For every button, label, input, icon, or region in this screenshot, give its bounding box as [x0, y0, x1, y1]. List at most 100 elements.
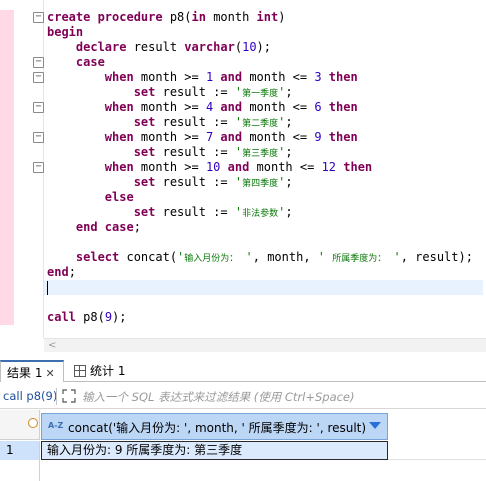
code-line[interactable]: set result := '非法参数'; — [47, 205, 483, 220]
code-token: 3 — [314, 70, 322, 84]
table-row[interactable]: 1 输入月份为: 9 所属季度为: 第三季度 — [0, 441, 486, 460]
column-header-label: concat('输入月份为: ', month, ' 所属季度为: ', res… — [68, 421, 367, 435]
code-token: month <= — [242, 70, 315, 84]
code-token: 第三季度 — [242, 149, 279, 159]
fold-toggle-icon[interactable]: − — [33, 102, 44, 113]
line-change-marker — [0, 175, 14, 190]
filter-bar: call p8(9) — [0, 385, 486, 409]
line-change-marker — [0, 295, 14, 310]
code-token: month >= — [133, 70, 206, 84]
code-token: result := — [155, 205, 235, 219]
code-line[interactable]: declare result varchar(10); — [47, 40, 483, 55]
row-number[interactable]: 1 — [0, 441, 40, 460]
fold-toggle-icon[interactable]: − — [33, 57, 44, 68]
code-line[interactable]: set result := '第四季度'; — [47, 175, 483, 190]
code-token: , month, — [252, 250, 318, 264]
code-line[interactable]: create procedure p8(in month int) — [47, 10, 483, 25]
code-line[interactable]: when month >= 10 and month <= 12 then — [47, 160, 483, 175]
code-line[interactable]: when month >= 1 and month <= 3 then — [47, 70, 483, 85]
code-token: 所属季度为： — [332, 254, 387, 264]
tab-statistics-1-label: 统计 1 — [90, 364, 126, 378]
code-line[interactable]: case — [47, 55, 483, 70]
code-token: result := — [155, 85, 235, 99]
code-token: declare — [47, 40, 127, 54]
code-token: ' — [234, 145, 243, 159]
code-token: month >= — [133, 100, 206, 114]
code-token: end case — [47, 220, 134, 234]
code-line[interactable]: call p8(9); — [47, 310, 483, 325]
table-icon — [74, 365, 86, 377]
expand-icon[interactable] — [62, 389, 76, 403]
code-token: else — [47, 190, 134, 204]
code-token: 第四季度 — [242, 179, 279, 189]
code-token: result — [126, 40, 185, 54]
grid-corner[interactable] — [0, 410, 40, 440]
code-token: when — [47, 70, 134, 84]
code-token: in — [191, 10, 206, 24]
code-token: then — [321, 70, 358, 84]
code-line[interactable] — [44, 280, 483, 295]
code-token: 第二季度 — [242, 119, 279, 129]
code-token: ; — [285, 175, 293, 189]
code-token: set — [47, 85, 156, 99]
code-token: ( — [234, 40, 243, 54]
text-type-icon: A-Z — [48, 421, 64, 430]
code-token: ' — [386, 250, 401, 264]
sql-editor[interactable]: create procedure p8(in month int) begin d… — [0, 0, 486, 338]
line-change-marker — [0, 115, 14, 130]
code-area[interactable]: create procedure p8(in month int) begin d… — [44, 10, 483, 325]
code-token: ' — [234, 115, 243, 129]
fold-toggle-icon[interactable]: − — [33, 132, 44, 143]
code-token: month >= — [133, 160, 206, 174]
code-token: 9 — [104, 310, 113, 324]
line-change-marker — [0, 160, 14, 175]
code-token: begin — [47, 25, 84, 39]
fold-toggle-icon[interactable]: − — [33, 72, 44, 83]
code-line[interactable]: set result := '第一季度'; — [47, 85, 483, 100]
code-token: 输入月份为： — [184, 254, 239, 264]
code-token: 10 — [205, 160, 221, 174]
line-change-marker — [0, 235, 14, 250]
line-change-marker — [0, 10, 14, 25]
code-line[interactable]: else — [47, 190, 483, 205]
code-line[interactable]: set result := '第三季度'; — [47, 145, 483, 160]
close-icon[interactable]: ✕ — [45, 367, 54, 380]
line-change-marker — [0, 265, 14, 280]
code-token: result := — [155, 175, 235, 189]
fold-toggle-icon[interactable]: − — [33, 162, 44, 173]
column-header[interactable]: A-Z concat('输入月份为: ', month, ' 所属季度为: ',… — [41, 413, 388, 440]
code-token: when — [47, 100, 134, 114]
code-token: ; — [285, 85, 293, 99]
tab-result-1-label: 结果 1 — [7, 366, 43, 380]
filter-input[interactable] — [82, 388, 480, 406]
code-line[interactable]: end; — [47, 265, 483, 280]
line-change-marker — [0, 130, 14, 145]
code-line[interactable]: begin — [47, 25, 483, 40]
code-line[interactable]: when month >= 7 and month <= 9 then — [47, 130, 483, 145]
line-change-marker — [0, 190, 14, 205]
fold-toggle-icon[interactable]: − — [33, 12, 44, 23]
code-line[interactable]: when month >= 4 and month <= 6 then — [47, 100, 483, 115]
code-token: ) — [278, 10, 286, 24]
code-line[interactable]: end case; — [47, 220, 483, 235]
code-token: and — [213, 70, 243, 84]
code-token: ' — [317, 250, 333, 264]
scroll-left-icon[interactable]: < — [48, 339, 56, 352]
table-cell[interactable]: 输入月份为: 9 所属季度为: 第三季度 — [41, 441, 388, 460]
sort-dropdown-icon[interactable] — [369, 422, 381, 429]
code-line[interactable]: select concat('输入月份为： ', month, ' 所属季度为：… — [47, 250, 483, 265]
code-line[interactable]: set result := '第二季度'; — [47, 115, 483, 130]
editor-horizontal-scrollbar[interactable]: < — [44, 338, 486, 352]
query-text-link[interactable]: call p8(9) — [3, 389, 57, 403]
code-line[interactable] — [47, 235, 483, 250]
code-token: call — [47, 310, 76, 324]
line-change-marker — [0, 205, 14, 220]
code-token: month >= — [133, 130, 206, 144]
code-token: when — [47, 130, 134, 144]
code-line[interactable] — [47, 295, 483, 310]
line-change-marker — [0, 310, 14, 325]
tab-result-1[interactable]: 结果 1 ✕ — [0, 360, 64, 382]
tab-statistics-1[interactable]: 统计 1 — [68, 360, 131, 382]
code-token: end — [47, 265, 69, 279]
code-token: p8( — [75, 310, 105, 324]
